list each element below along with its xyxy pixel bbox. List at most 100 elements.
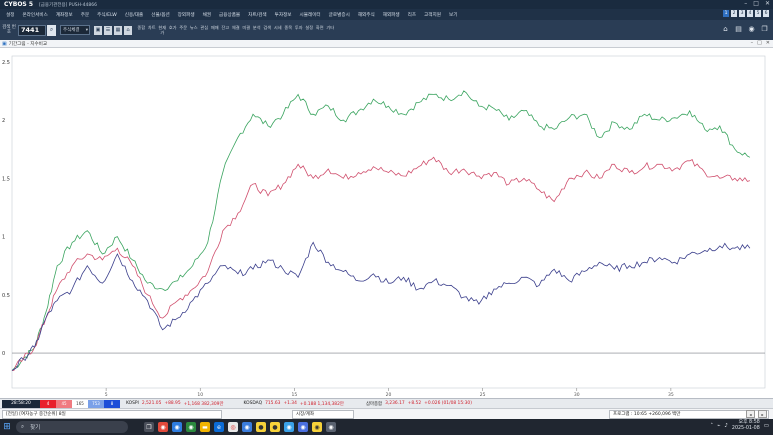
notification-icon[interactable]: ▭ <box>764 423 769 429</box>
app-icon[interactable]: ◉ <box>326 422 336 432</box>
y-axis-labels: 2.5 2 1.5 1 0.5 0 <box>2 60 10 357</box>
screen-tab[interactable]: 2 <box>731 10 737 17</box>
menu-item[interactable]: 채권 <box>203 12 211 18</box>
menu-item[interactable]: 투자정보 <box>275 12 292 18</box>
screen-select[interactable]: 주식체결 ▾ <box>60 25 90 35</box>
app-icon[interactable]: ◉ <box>242 422 252 432</box>
prev-icon[interactable]: ◂ <box>746 410 755 418</box>
screen-tab[interactable]: 3 <box>739 10 745 17</box>
screen-tab[interactable]: 5 <box>755 10 761 17</box>
next-icon[interactable]: ▸ <box>758 410 767 418</box>
taskbar-clock[interactable]: 오후 8:58 2025-01-08 <box>732 420 760 432</box>
news-ticker[interactable]: [전일] [여자농구 중간순위] 8일 <box>2 409 222 419</box>
volume-icon[interactable]: ♪ <box>724 423 728 429</box>
edge-icon[interactable]: e <box>214 422 224 432</box>
toolbar-command[interactable]: 차트 <box>147 25 158 35</box>
app-icon[interactable]: ◉ <box>284 422 294 432</box>
toolbar-command[interactable]: 매매 <box>210 25 221 35</box>
close-icon[interactable]: ✕ <box>766 40 770 46</box>
screen-code-input[interactable] <box>18 24 46 36</box>
menu-item[interactable]: 차트/검색 <box>248 12 266 18</box>
camera-icon[interactable]: ◉ <box>747 24 756 34</box>
index-comparison-chart[interactable]: 2.5 2 1.5 1 0.5 0 5 10 15 20 25 30 35 <box>0 48 773 398</box>
app-title: CYBOS 5 <box>4 1 34 8</box>
series-line-2 <box>11 241 751 371</box>
toolbar-command[interactable]: 체결 <box>231 25 242 35</box>
grid-icon[interactable]: ▦ <box>114 25 122 35</box>
kospi-ticker[interactable]: KOSPI 2,521.05 +88.95 +1,168 382,309만 <box>126 401 223 407</box>
home-icon[interactable]: ⌂ <box>721 24 730 34</box>
toolbar-command[interactable]: 뉴스 <box>189 25 200 35</box>
screen-tab[interactable]: 6 <box>763 10 769 17</box>
maximize-icon[interactable]: □ <box>757 40 762 46</box>
menu-item[interactable]: 해외주식 <box>358 12 375 18</box>
menu-item[interactable]: 보기 <box>449 12 457 18</box>
kp200-value: 3,236.17 <box>385 401 405 406</box>
menu-item[interactable]: 주식/ELW <box>97 12 117 18</box>
toolbar-command[interactable]: 투자 <box>294 25 305 35</box>
app-icon[interactable]: ◉ <box>172 422 182 432</box>
menu-item[interactable]: 선물/옵션 <box>151 12 169 18</box>
toolbar-command[interactable]: 주문 <box>178 25 189 35</box>
menu-item[interactable]: 신용/대출 <box>125 12 143 18</box>
menu-item[interactable]: 주문 <box>81 12 89 18</box>
list-icon[interactable]: ☰ <box>104 25 112 35</box>
menu-item[interactable]: 장외파생 <box>178 12 195 18</box>
app-icon[interactable]: ◉ <box>158 422 168 432</box>
app-icon[interactable]: ◉ <box>298 422 308 432</box>
toolbar-command[interactable]: 현재가 <box>157 25 168 35</box>
window-title: 기간그림 - 지수비교 <box>8 41 48 47</box>
menu-item[interactable]: 설정 <box>6 12 14 18</box>
toolbar-command[interactable]: 기타 <box>325 25 336 35</box>
chat-icon[interactable]: ● <box>256 422 266 432</box>
windows-start-icon[interactable]: ⊞ <box>0 419 14 435</box>
chart-window-header: ▣ 기간그림 - 지수비교 – □ ✕ <box>0 40 773 48</box>
task-view-icon[interactable]: ❐ <box>144 422 154 432</box>
toolbar-command[interactable]: 시세 <box>273 25 284 35</box>
screen-tab[interactable]: 1 <box>723 10 729 17</box>
network-icon[interactable]: ⌁ <box>717 423 720 429</box>
kospi-detail: +1,168 382,309만 <box>183 401 224 407</box>
breadth-box: 45 <box>56 399 72 408</box>
app-icon[interactable]: ◉ <box>186 422 196 432</box>
toolbar-command[interactable]: 관심 <box>199 25 210 35</box>
toolbar-command[interactable]: 설정 <box>304 25 315 35</box>
chat-icon[interactable]: ● <box>270 422 280 432</box>
toolbar-command[interactable]: 종합 <box>136 25 147 35</box>
lock-icon[interactable]: ⌂ <box>124 25 132 35</box>
menu-item[interactable]: 온라인서비스 <box>22 12 47 18</box>
windows-taskbar: ⊞ ⌕ 찾기 ❐ ◉ ◉ ◉ ▬ e ◎ ◉ ● ● ◉ ◉ ◉ ◉ ˄ ⌁ ♪… <box>0 419 773 435</box>
menu-item[interactable]: 계좌정보 <box>56 12 73 18</box>
app-icon[interactable]: ◉ <box>312 422 322 432</box>
search-icon[interactable]: ⌕ <box>47 24 56 36</box>
minimize-icon[interactable]: – <box>744 0 747 7</box>
kp200-ticker[interactable]: 삼마종합 3,236.17 +8.52 +0.026 (01/08 15:30) <box>366 401 472 407</box>
toolbar-command[interactable]: 잔고 <box>220 25 231 35</box>
toolbar-command[interactable]: 화면 <box>315 25 326 35</box>
menu-item[interactable]: 리츠 <box>408 12 416 18</box>
toolbar-command[interactable]: 미결 <box>241 25 252 35</box>
menu-item[interactable]: 고객지원 <box>424 12 441 18</box>
taskbar-search[interactable]: ⌕ 찾기 <box>16 421 128 433</box>
kosdaq-ticker[interactable]: KOSDAQ 715.63 +1.34 +0.188 1,134,382만 <box>243 401 343 407</box>
window-icon[interactable]: ▣ <box>94 25 102 35</box>
market-account-status[interactable]: 시장/계좌 <box>292 409 354 419</box>
toolbar-command[interactable]: 종목 <box>283 25 294 35</box>
minimize-icon[interactable]: – <box>751 40 754 46</box>
copy-icon[interactable]: ❐ <box>760 24 769 34</box>
toolbar-command[interactable]: 검색 <box>262 25 273 35</box>
chrome-icon[interactable]: ◎ <box>228 422 238 432</box>
menu-item[interactable]: 글로벌증시 <box>329 12 350 18</box>
close-icon[interactable]: ✕ <box>765 0 770 7</box>
screen-tab[interactable]: 4 <box>747 10 753 17</box>
save-icon[interactable]: ▤ <box>734 24 743 34</box>
menu-item[interactable]: 시뮬레이터 <box>300 12 321 18</box>
menu-item[interactable]: 금융상품몰 <box>219 12 240 18</box>
toolbar-command[interactable]: 호가 <box>168 25 179 35</box>
toolbar-command[interactable]: 분석 <box>252 25 263 35</box>
chevron-up-icon[interactable]: ˄ <box>710 423 713 429</box>
folder-icon[interactable]: ▬ <box>200 422 210 432</box>
program-trading-status[interactable]: 프로그램 : 10:65 +260,096 백만 <box>609 409 769 419</box>
maximize-icon[interactable]: □ <box>753 0 759 7</box>
menu-item[interactable]: 해외파생 <box>383 12 400 18</box>
